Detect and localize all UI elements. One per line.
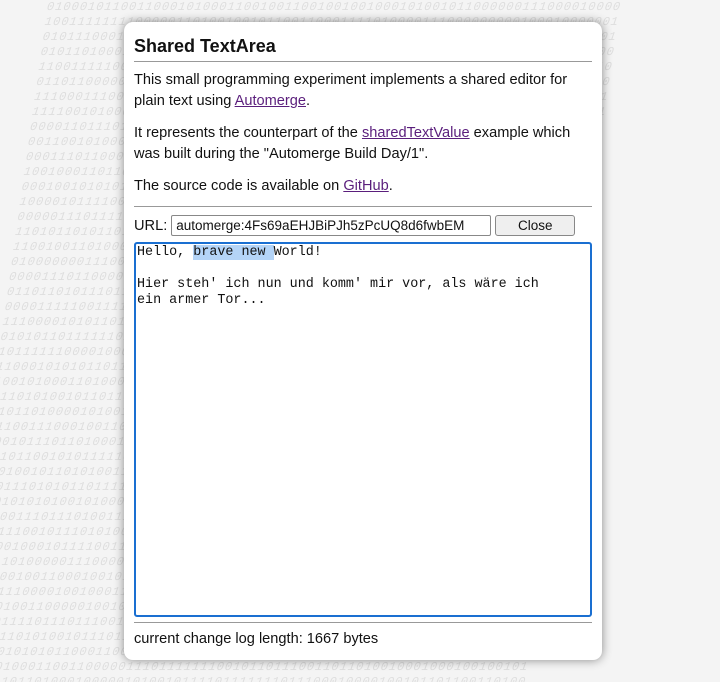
automerge-link[interactable]: Automerge bbox=[235, 93, 306, 109]
counterpart-paragraph: It represents the counterpart of the sha… bbox=[134, 125, 571, 162]
github-link[interactable]: GitHub bbox=[343, 178, 388, 194]
editor-selection: brave new bbox=[193, 245, 274, 260]
shared-textarea-window: Shared TextArea This small programming e… bbox=[124, 22, 602, 660]
divider bbox=[134, 206, 592, 207]
window-title: Shared TextArea bbox=[134, 34, 592, 62]
shared-text-editor[interactable]: Hello, brave new World! Hier steh' ich n… bbox=[134, 242, 592, 617]
intro-paragraph: This small programming experiment implem… bbox=[134, 72, 568, 109]
url-label: URL: bbox=[134, 217, 168, 234]
editor-text-end: World! bbox=[273, 245, 322, 260]
editor-text-start: Hello, bbox=[137, 245, 194, 260]
editor-text-rest: Hier steh' ich nun und komm' mir vor, al… bbox=[137, 277, 539, 308]
change-log-status: current change log length: 1667 bytes bbox=[134, 631, 379, 647]
source-paragraph: The source code is available on GitHub. bbox=[134, 178, 393, 194]
sharedtextvalue-link[interactable]: sharedTextValue bbox=[362, 125, 470, 141]
divider bbox=[134, 622, 592, 623]
url-input[interactable] bbox=[171, 215, 492, 236]
close-button[interactable]: Close bbox=[495, 215, 576, 236]
url-bar: URL: Close bbox=[134, 215, 592, 236]
